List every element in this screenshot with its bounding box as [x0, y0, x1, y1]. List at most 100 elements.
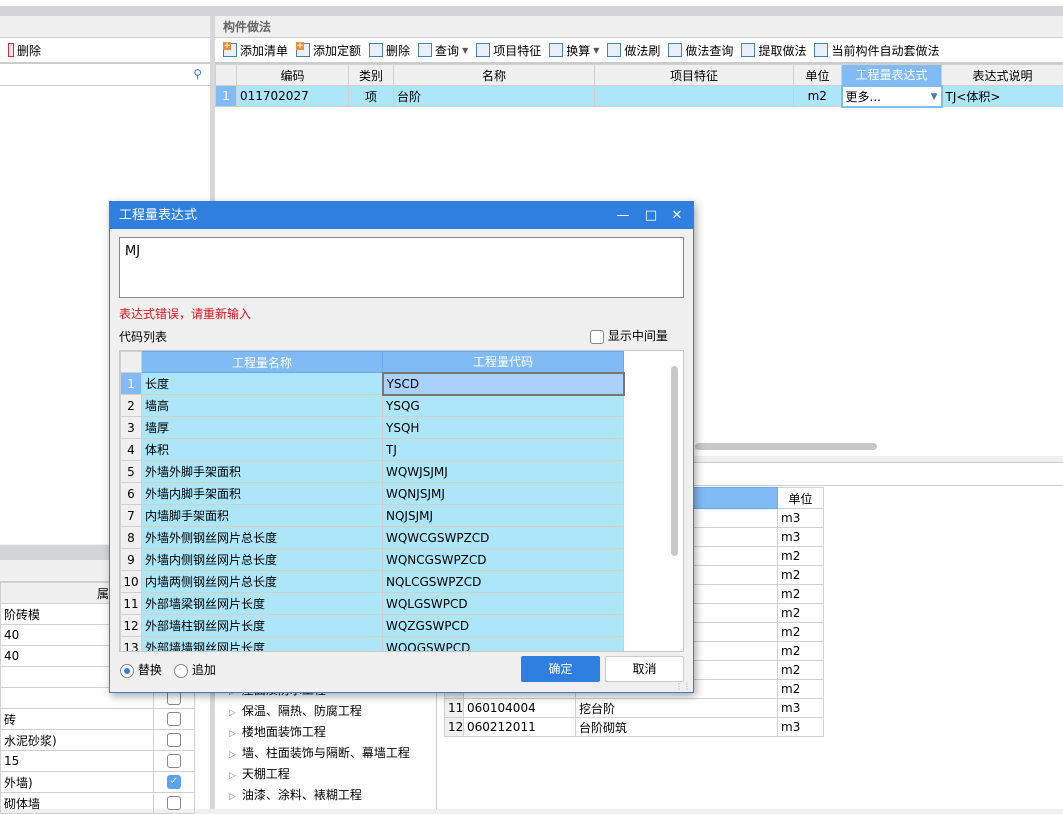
code-row[interactable]: 3墙厚YSQH — [121, 417, 624, 439]
chevron-down-icon[interactable]: ▼ — [593, 46, 599, 55]
dialog-title: 工程量表达式 — [119, 208, 197, 223]
toolbar-button[interactable]: 提取做法 — [737, 39, 810, 61]
minimize-icon[interactable]: — — [609, 202, 637, 229]
quantity-name: 长度 — [142, 373, 383, 395]
radio-icon[interactable] — [120, 664, 134, 678]
cancel-button[interactable]: 取消 — [605, 656, 684, 682]
add-list-icon — [223, 43, 237, 57]
toolbar-button[interactable]: 做法刷 — [603, 39, 664, 61]
toolbar-button[interactable]: 添加定额 — [292, 39, 365, 61]
code-row[interactable]: 7内墙脚手架面积NQJSJMJ — [121, 505, 624, 527]
cell-expression[interactable]: 更多...▼ — [842, 86, 942, 107]
feature-icon — [476, 43, 490, 57]
tree-item[interactable]: ▷保温、隔热、防腐工程 — [217, 701, 436, 722]
code-row[interactable]: 11外部墙梁钢丝网片长度WQLGSWPCD — [121, 593, 624, 615]
search-icon[interactable]: ⚲ — [193, 67, 202, 81]
toolbar-label: 项目特征 — [493, 42, 541, 59]
toolbar-button[interactable]: 当前构件自动套做法 — [810, 39, 943, 61]
mode-append-radio[interactable]: 追加 — [174, 661, 216, 678]
toolbar-button[interactable]: 项目特征 — [472, 39, 545, 61]
mode-replace-radio[interactable]: 替换 — [120, 661, 162, 678]
code-row[interactable]: 13外部墙墙钢丝网片长度WQQGSWPCD — [121, 637, 624, 653]
toolbar-button[interactable]: 做法查询 — [664, 39, 737, 61]
top-band — [0, 6, 1063, 16]
dropdown-icon[interactable]: ▼ — [931, 92, 938, 102]
toolbar-label: 添加定额 — [313, 42, 361, 59]
expand-arrow-icon[interactable]: ▷ — [229, 708, 236, 718]
chevron-down-icon[interactable]: ▼ — [462, 46, 468, 55]
tree-item-label: 油漆、涂料、裱糊工程 — [242, 788, 362, 802]
horizontal-scrollbar[interactable] — [695, 443, 877, 450]
resize-grip-icon[interactable]: ⋮⋮ — [675, 682, 691, 691]
cell-unit: m2 — [778, 547, 824, 566]
property-value: 15 — [1, 751, 154, 772]
code-row[interactable]: 4体积TJ — [121, 439, 624, 461]
maximize-icon[interactable]: □ — [637, 202, 665, 229]
code-row[interactable]: 12外部墙柱钢丝网片长度WQZGSWPCD — [121, 615, 624, 637]
table-row[interactable]: 12060212011台阶砌筑m3 — [445, 718, 824, 737]
row-index: 11 — [121, 593, 142, 615]
cell-index: 1 — [216, 86, 237, 107]
toolbar-button[interactable]: 删除 — [365, 39, 414, 61]
tree-item-label: 墙、柱面装饰与隔断、幕墙工程 — [242, 746, 410, 760]
delete-button[interactable]: 删除 — [4, 39, 45, 61]
code-row[interactable]: 5外墙外脚手架面积WQWJSJMJ — [121, 461, 624, 483]
expand-arrow-icon[interactable]: ▷ — [229, 771, 236, 781]
cell-unit: m2 — [778, 661, 824, 680]
code-row[interactable]: 10内墙两侧钢丝网片总长度NQLCGSWPZCD — [121, 571, 624, 593]
close-icon[interactable]: ✕ — [663, 202, 691, 229]
expand-arrow-icon[interactable]: ▷ — [229, 750, 236, 760]
code-row[interactable]: 8外墙外侧钢丝网片总长度WQWCGSWPZCD — [121, 527, 624, 549]
tree-item[interactable]: ▷ 油漆、涂料、裱糊工程 — [217, 785, 436, 806]
toolbar-button[interactable]: 添加清单 — [219, 39, 292, 61]
quantity-code: WQLGSWPCD — [383, 593, 624, 615]
code-row[interactable]: 9外墙内侧钢丝网片总长度WQNCGSWPZCD — [121, 549, 624, 571]
checkbox[interactable] — [167, 733, 181, 747]
cell-desc: TJ<体积> — [942, 86, 1063, 107]
checkbox[interactable] — [167, 796, 181, 810]
cell-unit: m2 — [778, 680, 824, 699]
quantity-code: WQWCGSWPZCD — [383, 527, 624, 549]
radio-icon[interactable] — [174, 664, 188, 678]
expand-arrow-icon[interactable]: ▷ — [229, 792, 236, 802]
method-toolbar: 添加清单 添加定额删除查询▼ 项目特征换算▼做法刷做法查询提取做法当前构件自动套做法 — [215, 38, 1063, 64]
vertical-scrollbar[interactable] — [671, 366, 678, 556]
show-intermediate-checkbox[interactable]: 显示中间量 — [590, 327, 668, 344]
property-value: 水泥砂浆) — [1, 730, 154, 751]
table-row[interactable]: 1011702027项台阶m2更多...▼TJ<体积> — [216, 86, 1063, 107]
row-index: 2 — [121, 395, 142, 417]
column-header: 表达式说明 — [942, 65, 1063, 86]
checkbox[interactable]: ✓ — [167, 775, 181, 789]
checkbox[interactable] — [167, 712, 181, 726]
tree-item[interactable]: ▷楼地面装饰工程 — [217, 722, 436, 743]
ok-button[interactable]: 确定 — [521, 656, 600, 682]
checkbox-icon[interactable] — [590, 330, 604, 344]
toolbar-button[interactable]: 换算▼ — [545, 39, 603, 61]
checkbox[interactable] — [167, 754, 181, 768]
code-list-label: 代码列表 — [119, 328, 167, 345]
search-input[interactable]: ⚲ — [0, 64, 210, 86]
row-index: 9 — [121, 549, 142, 571]
tree-item[interactable]: ▷天棚工程 — [217, 764, 436, 785]
tree-item[interactable]: ▷ 墙、柱面装饰与隔断、幕墙工程 — [217, 743, 436, 764]
delete-icon — [8, 43, 14, 57]
column-header: 单位 — [794, 65, 842, 86]
quantity-name: 外墙外侧钢丝网片总长度 — [142, 527, 383, 549]
quantity-code: WQWJSJMJ — [383, 461, 624, 483]
left-toolbar: 删除 — [0, 38, 210, 64]
expression-input[interactable]: MJ — [119, 237, 684, 298]
code-row[interactable]: 1长度YSCD — [121, 373, 624, 395]
property-row: 砌体墙 — [1, 793, 195, 814]
table-row[interactable]: 11060104004挖台阶m3 — [445, 699, 824, 718]
quantity-name: 外部墙墙钢丝网片长度 — [142, 637, 383, 653]
checkbox[interactable] — [167, 691, 181, 705]
code-row[interactable]: 2墙高YSQG — [121, 395, 624, 417]
expression-dialog: 工程量表达式 — □ ✕ MJ 表达式错误，请重新输入 代码列表 显示中间量 工… — [109, 201, 694, 693]
toolbar-button[interactable]: 查询▼ — [414, 39, 472, 61]
property-row: 15 — [1, 751, 195, 772]
row-index: 7 — [121, 505, 142, 527]
cell-unit: m2 — [778, 623, 824, 642]
code-row[interactable]: 6外墙内脚手架面积WQNJSJMJ — [121, 483, 624, 505]
expand-arrow-icon[interactable]: ▷ — [229, 729, 236, 739]
left-panel-title — [0, 16, 210, 38]
